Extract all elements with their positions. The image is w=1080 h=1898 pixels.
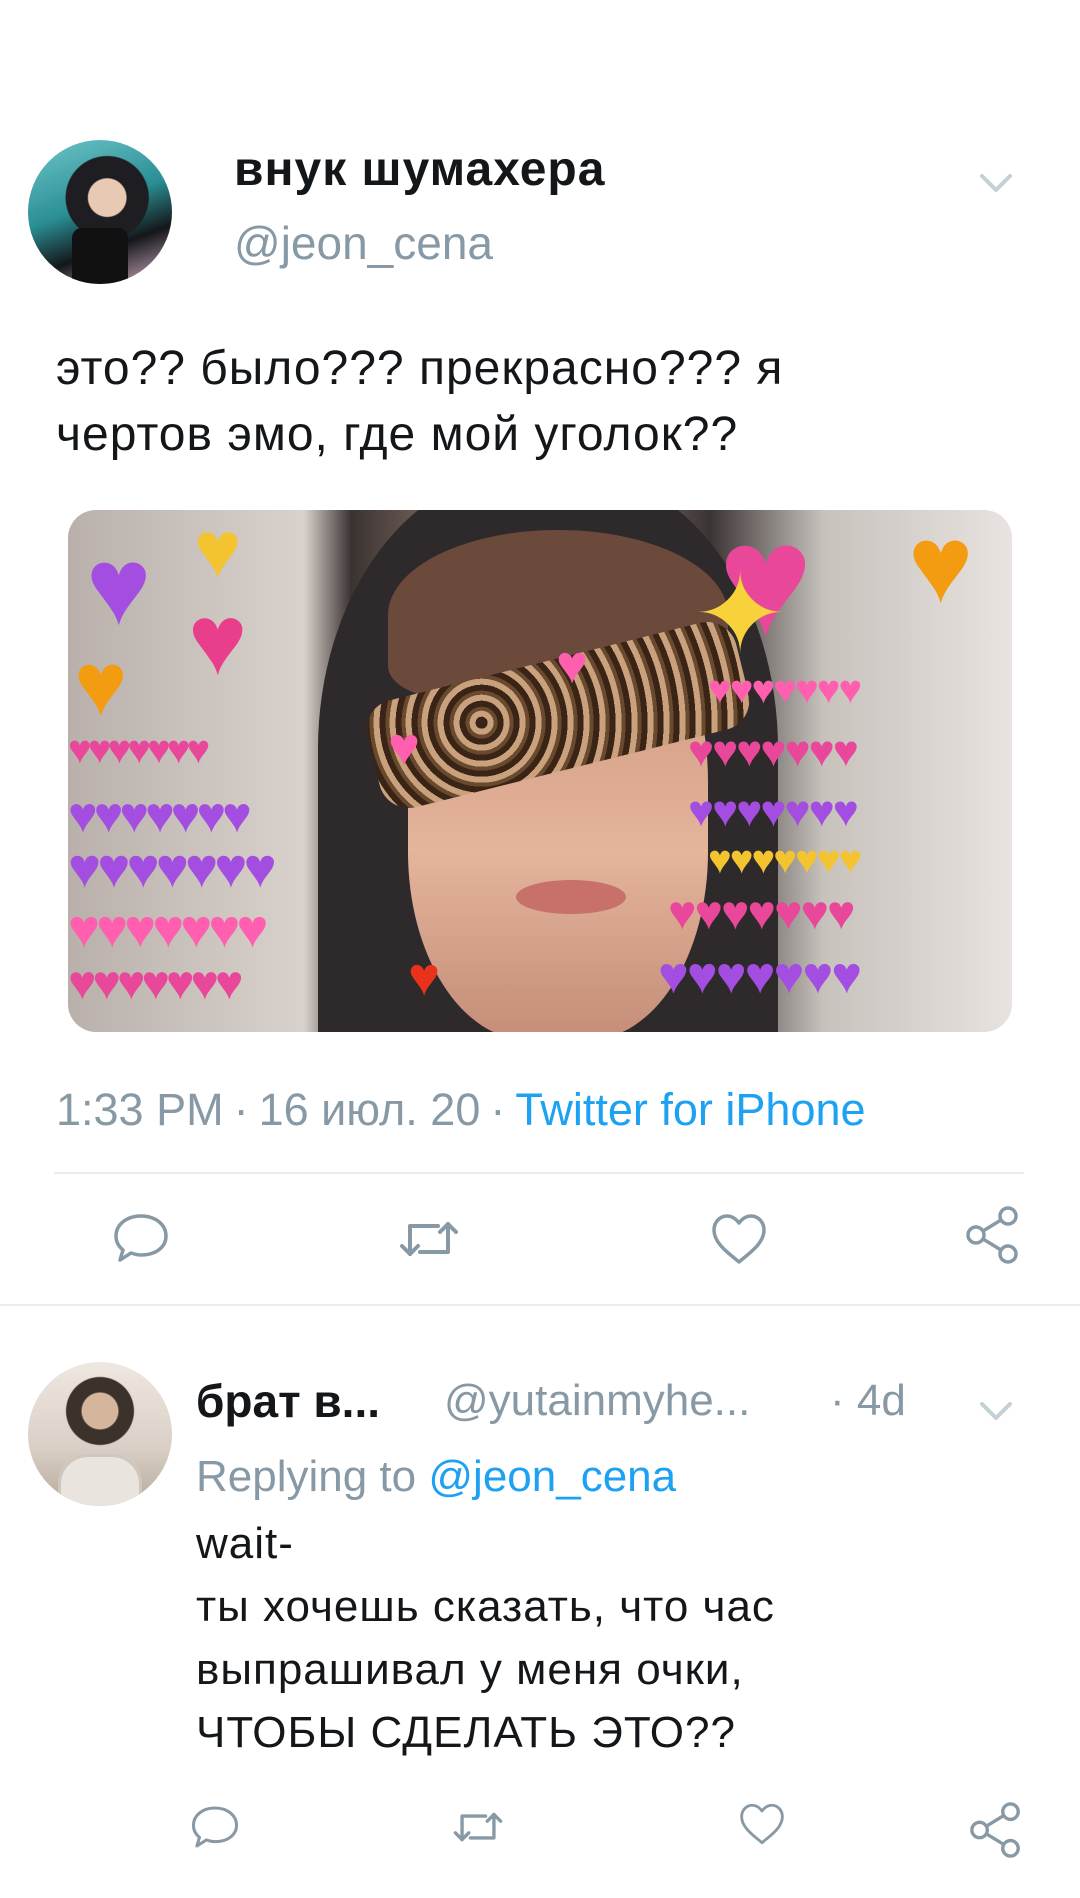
tweet-meta: 1:33 PM · 16 июл. 20 · Twitter for iPhone [56, 1084, 866, 1136]
reply-author-avatar[interactable] [28, 1362, 172, 1506]
reply-handle[interactable]: @yutainmyhe... [444, 1376, 750, 1426]
hearts-row: ♥♥♥♥♥♥♥ [68, 787, 252, 843]
heart-icon: ♥ [188, 584, 248, 696]
reply-timestamp: · 4d [830, 1376, 906, 1425]
heart-icon: ♥ [556, 635, 589, 695]
hearts-row: ♥♥♥♥♥♥♥ [708, 838, 862, 882]
heart-icon: ♥ [408, 947, 441, 1007]
tweet-text-line: чертов эмо, где мой уголок?? [56, 408, 739, 461]
hearts-row: ♥♥♥♥♥♥♥ [68, 728, 210, 772]
hearts-row: ♥♥♥♥♥♥♥ [668, 887, 855, 940]
author-handle[interactable]: @jeon_cena [234, 216, 493, 270]
share-icon[interactable] [968, 1800, 1024, 1860]
reply-icon[interactable] [190, 1804, 240, 1850]
hearts-row: ♥♥♥♥♥♥♥ [68, 836, 277, 899]
tweet-time: 1:33 PM [56, 1084, 224, 1135]
reply-text-line: ЧТОБЫ СДЕЛАТЬ ЭТО?? [196, 1708, 736, 1757]
photo-lips [516, 880, 626, 914]
tweet-text-line: это?? было??? прекрасно??? я [56, 342, 784, 395]
hearts-row: ♥♥♥♥♥♥♥ [68, 899, 268, 959]
author-avatar[interactable] [28, 140, 172, 284]
meta-separator: · [490, 1084, 506, 1135]
heart-icon: ♥ [908, 510, 974, 626]
meta-separator: · [233, 1084, 249, 1135]
hearts-row: ♥♥♥♥♥♥♥ [688, 727, 859, 776]
divider [54, 1172, 1024, 1174]
hearts-row: ♥♥♥♥♥♥♥ [688, 787, 859, 836]
like-icon[interactable] [738, 1802, 786, 1846]
reply-display-name[interactable]: брат в... [196, 1374, 380, 1428]
hearts-row: ♥♥♥♥♥♥♥ [68, 957, 243, 1010]
heart-icon: ♥ [86, 525, 152, 648]
reply-tweet[interactable]: брат в... @yutainmyhe... · 4d Replying t… [0, 1306, 1080, 1898]
tweet-text: это?? было??? прекрасно??? я чертов эмо,… [56, 336, 1016, 468]
chevron-down-icon[interactable] [976, 1396, 1016, 1426]
hearts-row: ♥♥♥♥♥♥♥ [658, 947, 862, 1005]
hearts-row: ♥♥♥♥♥♥♥ [708, 668, 862, 712]
tweet-date: 16 июл. 20 [258, 1084, 481, 1135]
reply-text: wait- ты хочешь сказать, что час выпраши… [196, 1512, 1036, 1764]
retweet-icon[interactable] [398, 1214, 460, 1264]
replying-to-label: Replying to [196, 1452, 417, 1501]
share-icon[interactable] [964, 1204, 1022, 1266]
tweet-photo[interactable]: ♥ ♥ ♥ ♥ ♥ ♥ ✦ ♥ ♥ ♥ ♥♥♥♥♥♥♥ ♥♥♥♥♥♥♥ ♥♥♥♥… [68, 510, 1012, 1032]
like-icon[interactable] [710, 1212, 768, 1266]
sparkle-icon: ✦ [694, 553, 787, 676]
main-tweet: внук шумахера @jeon_cena это?? было??? п… [0, 0, 1080, 1305]
replying-to: Replying to @jeon_cena [196, 1452, 676, 1502]
tweet-source-link[interactable]: Twitter for iPhone [515, 1084, 865, 1135]
reply-text-line: ты хочешь сказать, что час [196, 1582, 775, 1631]
reply-text-line: wait- [196, 1519, 294, 1568]
heart-icon: ♥ [194, 510, 242, 594]
heart-icon: ♥ [388, 717, 421, 777]
replying-to-mention[interactable]: @jeon_cena [428, 1452, 676, 1501]
author-display-name[interactable]: внук шумахера [234, 142, 605, 197]
chevron-down-icon[interactable] [976, 168, 1016, 198]
heart-icon: ♥ [74, 635, 128, 735]
reply-icon[interactable] [112, 1212, 170, 1264]
reply-text-line: выпрашивал у меня очки, [196, 1645, 744, 1694]
retweet-icon[interactable] [452, 1806, 504, 1848]
